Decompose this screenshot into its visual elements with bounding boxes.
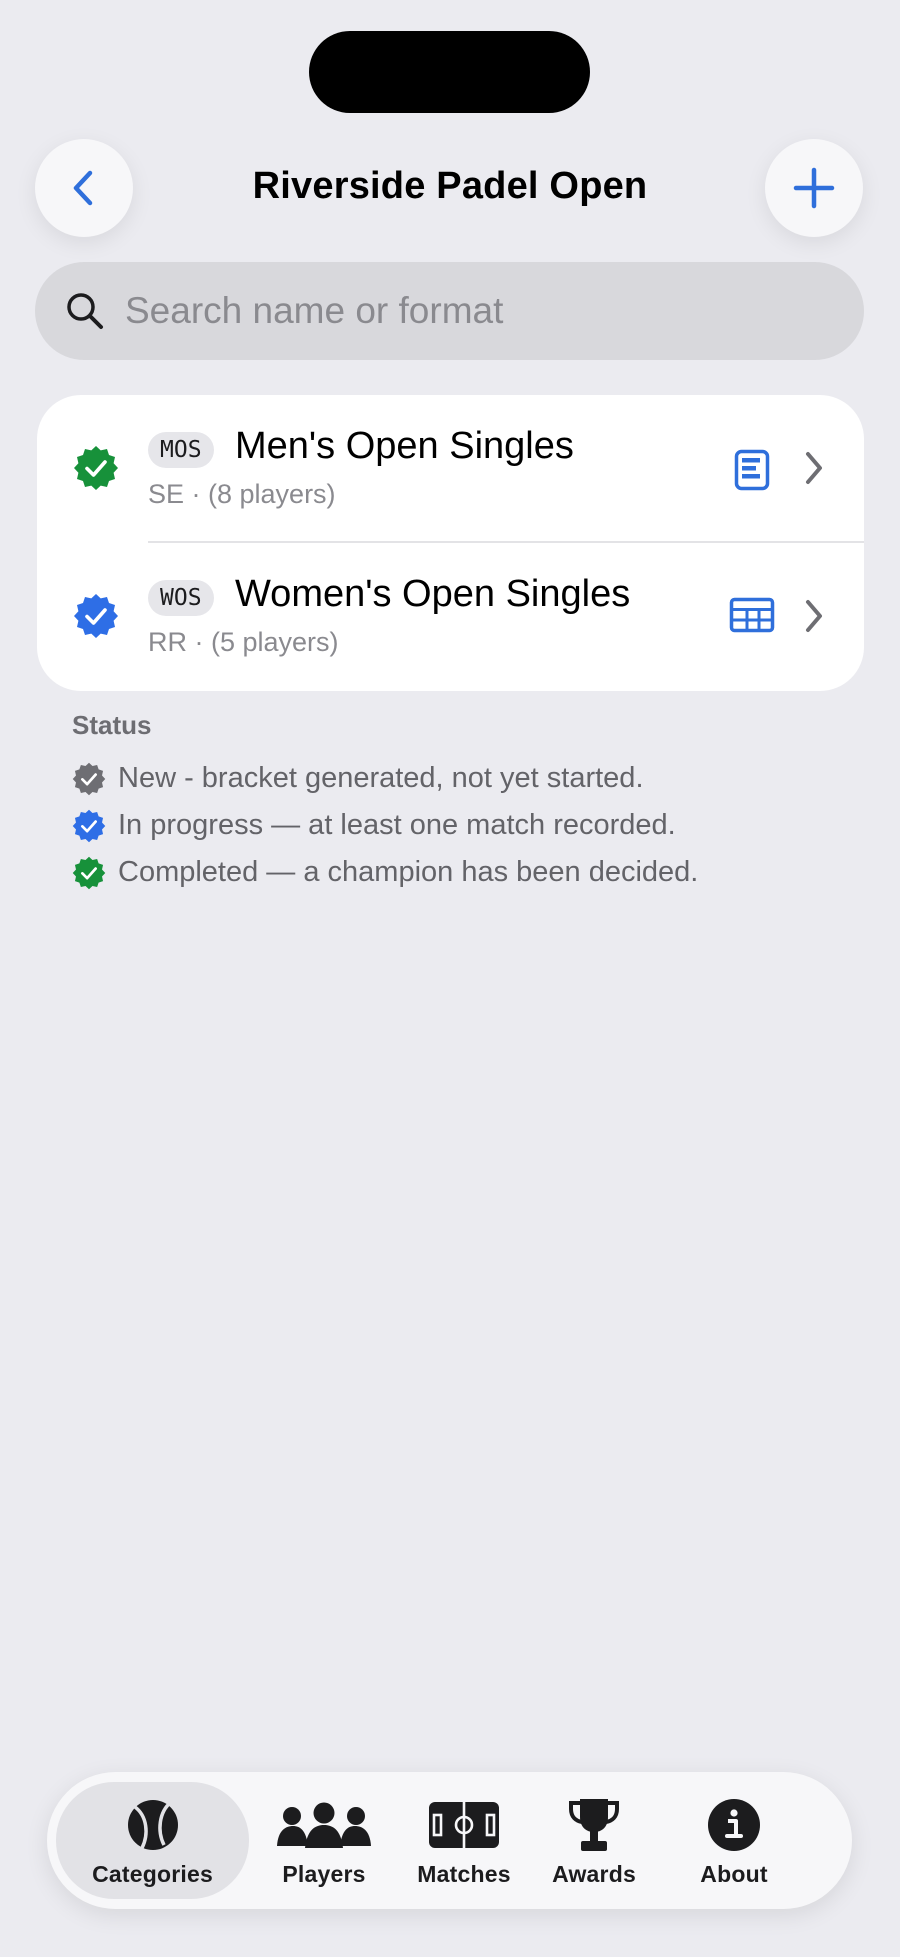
info-icon	[707, 1798, 761, 1852]
legend-text: In progress — at least one match recorde…	[118, 809, 676, 841]
chevron-right-icon	[806, 452, 822, 484]
completed-status-icon	[74, 446, 118, 490]
chevron-right-icon	[806, 600, 822, 632]
tab-awards[interactable]: Awards	[539, 1782, 649, 1899]
bracket-icon[interactable]	[734, 449, 770, 491]
tab-label: Players	[282, 1861, 366, 1887]
trophy-icon	[568, 1798, 620, 1852]
search-icon	[65, 291, 105, 331]
dynamic-island	[309, 31, 590, 113]
category-name: Women's Open Singles	[235, 573, 631, 615]
tab-categories[interactable]: Categories	[56, 1782, 249, 1899]
legend-item-in-progress: In progress — at least one match recorde…	[72, 802, 698, 849]
category-name: Men's Open Singles	[235, 425, 574, 467]
completed-status-icon	[72, 856, 106, 889]
legend-item-new: New - bracket generated, not yet started…	[72, 755, 698, 802]
legend-title: Status	[72, 710, 152, 740]
search-input[interactable]	[123, 289, 827, 333]
legend-text: Completed — a champion has been decided.	[118, 856, 699, 888]
screen: Riverside Padel Open MOS Men's Open Sing…	[0, 0, 900, 1957]
court-icon	[429, 1798, 499, 1852]
legend-text: New - bracket generated, not yet started…	[118, 762, 644, 794]
tab-about[interactable]: About	[679, 1782, 789, 1899]
category-row[interactable]: MOS Men's Open Singles SE · (8 players)	[37, 395, 864, 543]
category-format-subtitle: SE · (8 players)	[148, 479, 336, 509]
category-row[interactable]: WOS Women's Open Singles RR · (5 players…	[37, 543, 864, 691]
tab-label: Categories	[92, 1861, 213, 1887]
tennis-ball-icon	[126, 1798, 180, 1852]
legend-item-completed: Completed — a champion has been decided.	[72, 849, 698, 896]
search-bar[interactable]	[35, 262, 864, 360]
people-icon	[276, 1798, 372, 1852]
plus-icon	[793, 167, 835, 209]
tab-bar: Categories Players Matches Awards About	[47, 1772, 852, 1909]
tab-players[interactable]: Players	[259, 1782, 389, 1899]
category-code-badge: WOS	[148, 580, 214, 616]
tab-label: About	[700, 1861, 768, 1887]
in-progress-status-icon	[72, 809, 106, 842]
tab-label: Awards	[552, 1861, 636, 1887]
tab-matches[interactable]: Matches	[399, 1782, 529, 1899]
status-legend: Status New - bracket generated, not yet …	[72, 710, 698, 896]
in-progress-status-icon	[74, 594, 118, 638]
category-format-subtitle: RR · (5 players)	[148, 627, 339, 657]
category-code-badge: MOS	[148, 432, 214, 468]
add-category-button[interactable]	[765, 139, 863, 237]
categories-list: MOS Men's Open Singles SE · (8 players) …	[37, 395, 864, 691]
tab-label: Matches	[417, 1861, 511, 1887]
new-status-icon	[72, 762, 106, 795]
table-grid-icon[interactable]	[729, 597, 775, 633]
